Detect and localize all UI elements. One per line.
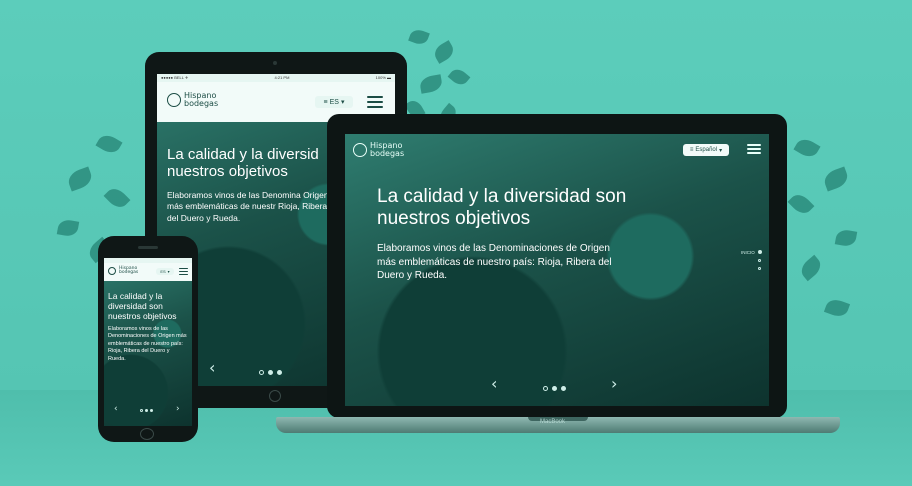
slider-dots — [543, 386, 566, 391]
language-selector[interactable]: ≡ Español ▾ — [683, 144, 729, 156]
flag-icon: ≡ — [689, 147, 694, 153]
logo-icon — [353, 142, 367, 157]
laptop-device: Hispano bodegas ≡ Español ▾ La calidad y… — [327, 114, 787, 418]
slider-dot[interactable] — [150, 409, 153, 412]
prev-arrow[interactable]: ‹ — [114, 404, 118, 414]
chevron-down-icon: ▾ — [719, 147, 723, 154]
slider-dot[interactable] — [552, 386, 557, 391]
slider-dots — [140, 409, 153, 412]
side-nav-dot[interactable] — [758, 250, 762, 254]
slider-dot[interactable] — [277, 370, 282, 375]
menu-icon[interactable] — [179, 268, 188, 275]
slider-dot[interactable] — [145, 409, 148, 412]
flag-icon: ≡ — [323, 98, 328, 106]
phone-hero-title: La calidad y la diversidad son nuestros … — [108, 291, 177, 321]
language-selector[interactable]: ≡ ES ▾ — [315, 96, 353, 108]
side-nav-dot[interactable] — [758, 267, 761, 270]
laptop-screen: Hispano bodegas ≡ Español ▾ La calidad y… — [345, 134, 769, 406]
phone-home-button[interactable] — [140, 428, 154, 440]
logo-line2: bodegas — [119, 270, 139, 276]
side-nav-dot[interactable] — [758, 259, 761, 262]
slider-dot[interactable] — [259, 370, 264, 375]
tablet-hero-title: La calidad y la diversid nuestros objeti… — [167, 146, 319, 181]
menu-icon[interactable] — [367, 96, 383, 108]
logo-line2: bodegas — [184, 98, 219, 108]
prev-arrow[interactable]: ‹ — [491, 374, 497, 393]
status-time: 4:21 PM — [274, 75, 290, 80]
slider-dot[interactable] — [561, 386, 566, 391]
status-battery: 100% ▬ — [375, 75, 391, 80]
slider-dots — [259, 370, 282, 375]
prev-arrow[interactable]: ‹ — [209, 358, 215, 377]
side-nav-label[interactable]: INICIO — [741, 250, 755, 255]
tablet-status-bar: ●●●●● BELL ✈ 4:21 PM 100% ▬ — [157, 74, 395, 82]
phone-screen: Hispano bodegas ES ▾ La calidad y la div… — [104, 258, 192, 426]
next-arrow[interactable]: › — [611, 374, 617, 393]
tablet-hero-text: Elaboramos vinos de las Denomina Origen … — [167, 190, 329, 223]
slider-dot[interactable] — [140, 409, 143, 412]
laptop-logo[interactable]: Hispano bodegas — [353, 142, 404, 157]
logo-icon — [167, 92, 181, 107]
phone-logo[interactable]: Hispano bodegas — [108, 266, 139, 276]
menu-icon[interactable] — [747, 144, 761, 154]
chevron-down-icon: ▾ — [167, 269, 170, 274]
laptop-brand-label: MacBook — [540, 419, 566, 425]
phone-device: Hispano bodegas ES ▾ La calidad y la div… — [98, 236, 198, 442]
language-label: ES — [329, 98, 339, 106]
phone-hero-text: Elaboramos vinos de las Denominaciones d… — [108, 326, 187, 362]
language-selector[interactable]: ES ▾ — [156, 268, 174, 275]
side-nav-dots — [758, 250, 762, 270]
tablet-logo[interactable]: Hispano bodegas — [167, 92, 218, 107]
phone-speaker — [138, 246, 158, 249]
status-carrier: ●●●●● BELL ✈ — [161, 75, 189, 80]
tablet-camera — [273, 61, 277, 65]
logo-icon — [108, 267, 116, 276]
language-label: Español — [695, 147, 718, 153]
tablet-home-button[interactable] — [269, 390, 281, 402]
chevron-down-icon: ▾ — [340, 99, 345, 106]
logo-line2: bodegas — [370, 148, 405, 158]
laptop-hero-text: Elaboramos vinos de las Denominaciones d… — [377, 243, 612, 281]
slider-dot[interactable] — [268, 370, 273, 375]
next-arrow[interactable]: › — [176, 404, 180, 414]
phone-header: Hispano bodegas ES ▾ — [104, 263, 192, 281]
laptop-hero-title: La calidad y la diversidad son nuestros … — [377, 186, 627, 229]
slider-dot[interactable] — [543, 386, 548, 391]
language-label: ES — [160, 269, 166, 274]
plant-right — [776, 135, 876, 340]
